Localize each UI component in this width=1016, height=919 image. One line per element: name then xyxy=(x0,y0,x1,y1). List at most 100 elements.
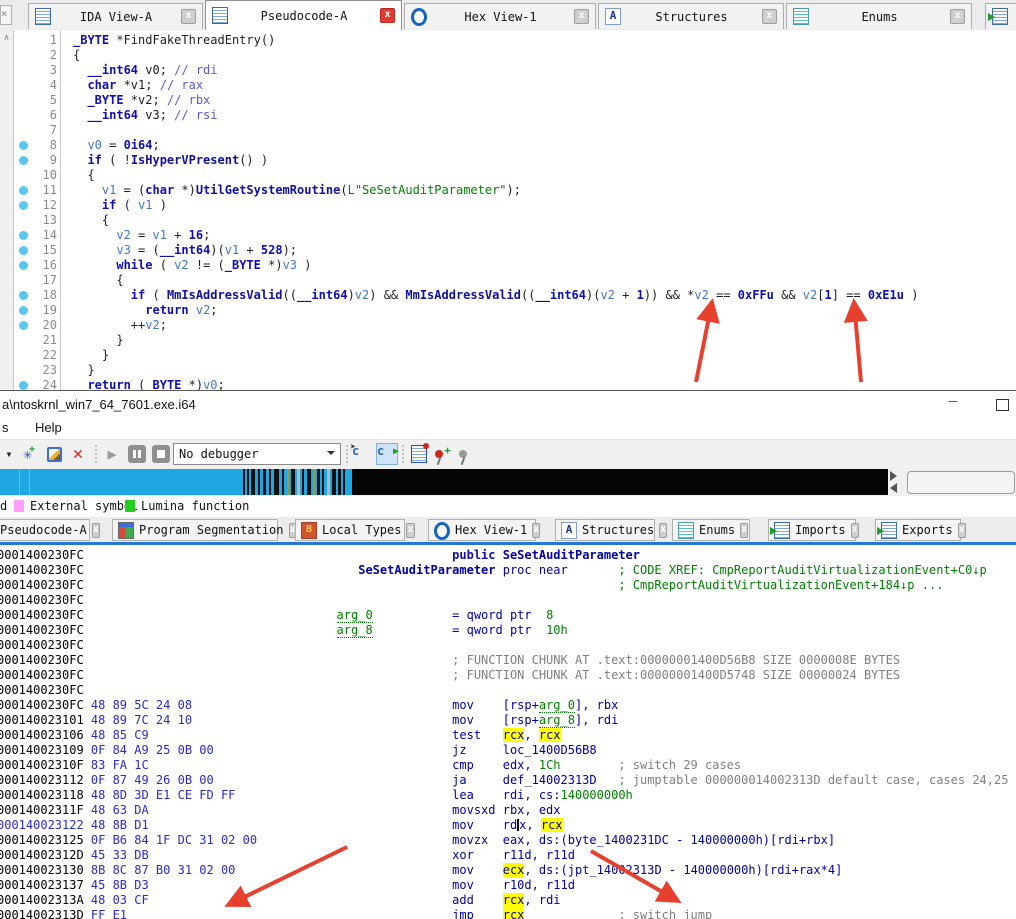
navband-zoom-slider[interactable] xyxy=(907,471,1015,494)
debug-stop-icon[interactable] xyxy=(150,443,172,465)
pseudocode-pane[interactable]: ∧ 1 _BYTE *FindFakeThreadEntry() 2{3 __int… xyxy=(0,30,1016,391)
pseudocode-line-6[interactable]: 6 __int64 v3; // rsi xyxy=(0,108,1016,123)
pseudocode-line-1[interactable]: 1 _BYTE *FindFakeThreadEntry() xyxy=(0,33,1016,48)
bottom-tab-local-types[interactable]: B Local Types x xyxy=(295,519,415,541)
disasm-line-000140023125[interactable]: 000140023125 0F B6 84 1F DC 31 02 00 movzx… xyxy=(0,833,1016,848)
tab-close-button[interactable]: x xyxy=(574,9,589,24)
disasm-line-00014002313D[interactable]: 00014002313D FF E1 jmp rcx ; switch jump xyxy=(0,908,1016,919)
disasm-line-0001400230FC[interactable]: 0001400230FC ; FUNCTION CHUNK AT .text:00… xyxy=(0,668,1016,683)
pseudocode-line-15[interactable]: 15 v3 = (__int64)(v1 + 528); xyxy=(0,243,1016,258)
disasm-line-000140023122[interactable]: 000140023122 48 8B D1 mov rd x, rcx xyxy=(0,818,1016,833)
tab-close-button[interactable]: x xyxy=(532,522,541,538)
tab-close-button[interactable]: x xyxy=(659,522,668,538)
tab-close-button[interactable]: x xyxy=(740,522,749,538)
pseudocode-line-19[interactable]: 19 return v2; xyxy=(0,303,1016,318)
pseudocode-line-12[interactable]: 12 if ( v1 ) xyxy=(0,198,1016,213)
disasm-line-00014002312D[interactable]: 00014002312D 45 33 DB xor r11d, r11d xyxy=(0,848,1016,863)
pseudocode-line-11[interactable]: 11 v1 = (char *)UtilGetSystemRoutine(L"S… xyxy=(0,183,1016,198)
tab-close-button[interactable]: x xyxy=(91,522,100,538)
pseudocode-line-13[interactable]: 13 { xyxy=(0,213,1016,228)
pseudocode-line-3[interactable]: 3 __int64 v0; // rdi xyxy=(0,63,1016,78)
disasm-line-0001400230FC[interactable]: 0001400230FC 48 89 5C 24 08 mov [rsp+arg_0… xyxy=(0,698,1016,713)
bottom-tab-program-segmentation[interactable]: Program Segmentation x xyxy=(112,519,297,541)
bottom-tab-imports[interactable]: Imports x xyxy=(768,519,859,541)
pseudocode-line-9[interactable]: 9 if ( !IsHyperVPresent() ) xyxy=(0,153,1016,168)
disasm-line-0001400230FC[interactable]: 0001400230FC xyxy=(0,683,1016,698)
bottom-tab-structures[interactable]: A Structures x xyxy=(555,519,668,541)
edit-icon[interactable] xyxy=(43,443,65,465)
disasm-line-0001400230FC[interactable]: 0001400230FC ; CmpReportAuditVirtualizati… xyxy=(0,578,1016,593)
tab-close-button[interactable]: x xyxy=(957,522,966,538)
disasm-line-000140023112[interactable]: 000140023112 0F 87 49 26 0B 00 ja def_1400… xyxy=(0,773,1016,788)
tab-close-button[interactable]: x xyxy=(950,9,965,24)
pseudocode-line-20[interactable]: 20 ++v2; xyxy=(0,318,1016,333)
tab-enums[interactable]: Enums x xyxy=(786,3,972,29)
disasm-line-00014002310F[interactable]: 00014002310F 83 FA 1C cmp edx, 1Ch ; switch… xyxy=(0,758,1016,773)
panel-close-button-partial[interactable]: × xyxy=(0,5,12,25)
debug-pause-icon[interactable] xyxy=(126,443,148,465)
notebook-icon[interactable] xyxy=(408,443,430,465)
disasm-line-000140023118[interactable]: 000140023118 48 8D 3D E1 CE FD FF lea rdi,… xyxy=(0,788,1016,803)
pseudocode-line-2[interactable]: 2{ xyxy=(0,48,1016,63)
new-instance-icon[interactable]: ✳ + xyxy=(18,443,40,465)
tab-close-button[interactable]: x xyxy=(181,9,196,24)
pin-add-icon[interactable]: + xyxy=(432,443,454,465)
disasm-line-0001400230FC[interactable]: 0001400230FC xyxy=(0,638,1016,653)
debugger-select[interactable]: No debugger xyxy=(173,443,341,465)
navband-left-arrow-icon[interactable] xyxy=(885,483,897,493)
tab-hex-view-1[interactable]: Hex View-1 x xyxy=(404,3,596,29)
pseudocode-line-8[interactable]: 8 v0 = 0i64; xyxy=(0,138,1016,153)
pseudocode-line-5[interactable]: 5 _BYTE *v2; // rbx xyxy=(0,93,1016,108)
navband-right-arrow-icon[interactable] xyxy=(890,471,902,481)
menu-item-partial[interactable]: s xyxy=(2,420,9,435)
tab-close-button[interactable]: x xyxy=(850,522,859,538)
code-token: ) xyxy=(347,288,355,302)
pseudocode-line-7[interactable]: 7 xyxy=(0,123,1016,138)
pseudocode-line-22[interactable]: 22 } xyxy=(0,348,1016,363)
toolbar-dropdown-caret-icon[interactable]: ▾ xyxy=(2,443,16,465)
disasm-line-000140023137[interactable]: 000140023137 45 8B D3 mov r10d, r11d xyxy=(0,878,1016,893)
bottom-tab-enums[interactable]: Enums x xyxy=(672,519,750,541)
pseudocode-line-4[interactable]: 4 char *v1; // rax xyxy=(0,78,1016,93)
pseudocode-line-23[interactable]: 23 } xyxy=(0,363,1016,378)
tab-structures[interactable]: A Structures x xyxy=(598,3,784,29)
disasm-line-0001400230FC[interactable]: 0001400230FC public SeSetAuditParameter xyxy=(0,548,1016,563)
navigation-band[interactable] xyxy=(0,468,1016,496)
disasm-line-0001400230FC[interactable]: 0001400230FC SeSetAuditParameter proc nea… xyxy=(0,563,1016,578)
maximize-button[interactable] xyxy=(996,399,1009,411)
menu-item-help[interactable]: Help xyxy=(35,420,62,435)
disasm-line-000140023106[interactable]: 000140023106 48 85 C9 test rcx, rcx xyxy=(0,728,1016,743)
produce-c-icon[interactable]: c ▶ xyxy=(376,443,399,465)
bottom-tab-hex-view-1[interactable]: Hex View-1 x xyxy=(428,519,541,541)
disasm-line-000140023130[interactable]: 000140023130 8B 8C 87 B0 31 02 00 mov ecx,… xyxy=(0,863,1016,878)
tab-pseudocode-a[interactable]: Pseudocode-A x xyxy=(205,0,402,30)
run-until-c-icon[interactable]: c ➤ xyxy=(350,442,373,465)
bottom-tab-pseudocode-a[interactable]: Pseudocode-A x xyxy=(0,519,100,541)
title-bar[interactable]: a\ntoskrnl_win7_64_7601.exe.i64 ─ xyxy=(0,391,1016,417)
disassembly-pane[interactable]: 0001400230FC public SeSetAuditParameter 00… xyxy=(0,545,1016,919)
tab-partial[interactable] xyxy=(985,3,1016,29)
pin-gray-icon[interactable] xyxy=(456,443,470,465)
pseudocode-line-17[interactable]: 17 { xyxy=(0,273,1016,288)
pseudocode-line-16[interactable]: 16 while ( v2 != (_BYTE *)v3 ) xyxy=(0,258,1016,273)
bottom-tab-exports[interactable]: Exports x xyxy=(875,519,966,541)
pseudocode-line-10[interactable]: 10 { xyxy=(0,168,1016,183)
disasm-line-0001400230FC[interactable]: 0001400230FC ; FUNCTION CHUNK AT .text:00… xyxy=(0,653,1016,668)
disasm-line-000140023101[interactable]: 000140023101 48 89 7C 24 10 mov [rsp+arg_8… xyxy=(0,713,1016,728)
tab-close-button[interactable]: x xyxy=(406,522,415,538)
tab-ida-view-a[interactable]: IDA View-A x xyxy=(28,3,203,29)
pseudocode-line-14[interactable]: 14 v2 = v1 + 16; xyxy=(0,228,1016,243)
disasm-line-0001400230FC[interactable]: 0001400230FC arg_8 = qword ptr 10h xyxy=(0,623,1016,638)
disasm-line-00014002311F[interactable]: 00014002311F 48 63 DA movsxd rbx, edx xyxy=(0,803,1016,818)
delete-icon[interactable]: ✕ xyxy=(67,443,89,465)
disasm-line-000140023109[interactable]: 000140023109 0F 84 A9 25 0B 00 jz loc_1400… xyxy=(0,743,1016,758)
disasm-line-0001400230FC[interactable]: 0001400230FC xyxy=(0,593,1016,608)
disasm-line-00014002313A[interactable]: 00014002313A 48 03 CF add rcx, rdi xyxy=(0,893,1016,908)
pseudocode-line-18[interactable]: 18 if ( MmIsAddressValid((__int64)v2) &&… xyxy=(0,288,1016,303)
tab-close-button[interactable]: x xyxy=(380,8,395,23)
minimize-button[interactable]: ─ xyxy=(940,394,966,414)
disasm-line-0001400230FC[interactable]: 0001400230FC arg_0 = qword ptr 8 xyxy=(0,608,1016,623)
debug-play-icon[interactable]: ▶ xyxy=(101,443,123,465)
tab-close-button[interactable]: x xyxy=(762,9,777,24)
pseudocode-line-21[interactable]: 21 } xyxy=(0,333,1016,348)
